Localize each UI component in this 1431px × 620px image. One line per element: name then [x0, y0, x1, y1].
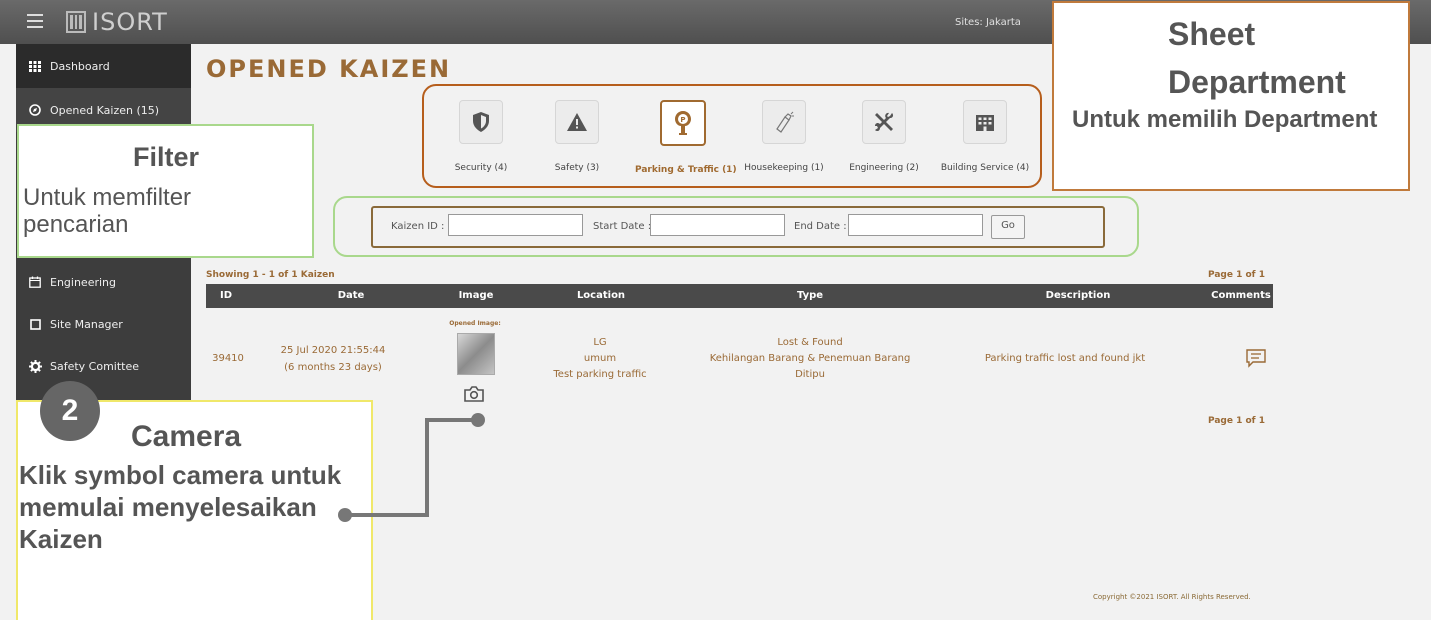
sidebar-item-label: Engineering — [50, 275, 116, 289]
column-header-comments: Comments — [1211, 290, 1271, 301]
column-header-location: Location — [576, 290, 626, 301]
end-date-label: End Date : — [794, 221, 847, 232]
sidebar-item-dashboard[interactable]: Dashboard — [16, 44, 191, 88]
tab-safety[interactable]: Safety (3) — [529, 100, 625, 173]
callout-camera-description: Klik symbol camera untuk memulai menyele… — [19, 460, 342, 554]
callout-department-description: Untuk memilih Department — [1072, 106, 1378, 133]
sidebar-item-label: Site Manager — [50, 317, 123, 331]
column-header-type: Type — [796, 290, 824, 301]
sidebar-item-label: Dashboard — [50, 59, 110, 73]
row-location-2: umum — [583, 353, 617, 364]
grid-icon — [28, 59, 42, 73]
tab-label: Housekeeping (1) — [744, 163, 824, 173]
tab-building-service[interactable]: Building Service (4) — [937, 100, 1033, 173]
tools-icon — [862, 100, 906, 144]
go-button[interactable]: Go — [991, 215, 1025, 239]
tab-parking-traffic[interactable]: P Parking & Traffic (1) — [635, 100, 737, 175]
row-location-3: Test parking traffic — [553, 369, 647, 380]
camera-icon[interactable] — [464, 386, 484, 402]
row-location-1: LG — [593, 337, 607, 348]
column-header-image: Image — [458, 290, 494, 301]
tab-label: Parking & Traffic (1) — [635, 165, 737, 175]
sidebar-item-label: Opened Kaizen (15) — [50, 103, 160, 117]
page-title: OPENED KAIZEN — [206, 55, 452, 83]
tab-label: Safety (3) — [554, 163, 600, 173]
start-date-label: Start Date : — [593, 221, 652, 232]
row-age: (6 months 23 days) — [284, 362, 382, 373]
row-date: 25 Jul 2020 21:55:44 — [280, 345, 386, 356]
copyright: Copyright ©2021 ISORT. All Rights Reserv… — [1093, 593, 1251, 601]
logo-text: ISORT — [92, 8, 168, 36]
app-logo[interactable]: ISORT — [66, 8, 168, 36]
column-header-date: Date — [337, 290, 365, 301]
sidebar-item-site-manager[interactable]: Site Manager — [16, 302, 191, 346]
row-id[interactable]: 39410 — [208, 351, 248, 366]
calendar-icon — [28, 275, 42, 289]
table-header: ID Date Image Location Type Description … — [206, 284, 1273, 308]
gear-icon — [28, 359, 42, 373]
row-type-2: Kehilangan Barang & Penemuan Barang — [709, 353, 911, 364]
page-indicator-bottom: Page 1 of 1 — [1208, 416, 1265, 426]
sidebar-item-label: Safety Comittee — [50, 359, 140, 373]
row-type-3: Ditipu — [795, 369, 825, 380]
tab-label: Security (4) — [454, 163, 508, 173]
row-type-1: Lost & Found — [777, 337, 843, 348]
opened-image-label: Opened Image: — [449, 320, 501, 327]
callout-filter-title: Filter — [132, 142, 199, 172]
results-count: Showing 1 - 1 of 1 Kaizen — [206, 270, 335, 280]
kaizen-id-input[interactable] — [448, 214, 583, 236]
menu-icon[interactable] — [27, 14, 43, 28]
sidebar-item-engineering[interactable]: Engineering — [16, 260, 191, 304]
logo-icon — [66, 11, 86, 33]
building-icon — [963, 100, 1007, 144]
column-header-description: Description — [1045, 290, 1111, 301]
tab-engineering[interactable]: Engineering (2) — [836, 100, 932, 173]
tab-label: Building Service (4) — [940, 163, 1030, 173]
callout-filter-description: Untuk memfilter pencarian — [23, 184, 192, 238]
square-icon — [28, 317, 42, 331]
spray-bottle-icon — [762, 100, 806, 144]
warning-icon — [555, 100, 599, 144]
shield-icon — [459, 100, 503, 144]
comment-icon[interactable] — [1245, 348, 1267, 368]
sidebar-item-safety-comittee[interactable]: Safety Comittee — [16, 344, 191, 388]
page-indicator-top: Page 1 of 1 — [1208, 270, 1265, 280]
opened-image-thumbnail[interactable] — [457, 333, 495, 375]
callout-camera-title: Camera — [131, 420, 242, 453]
step-number-badge: 2 — [40, 381, 100, 441]
tab-security[interactable]: Security (4) — [433, 100, 529, 173]
parking-meter-icon: P — [660, 100, 706, 146]
sites-label[interactable]: Sites: Jakarta — [955, 17, 1021, 28]
svg-text:P: P — [680, 116, 685, 124]
tab-housekeeping[interactable]: Housekeeping (1) — [736, 100, 832, 173]
tab-label: Engineering (2) — [849, 163, 919, 173]
column-header-id: ID — [219, 290, 233, 301]
start-date-input[interactable] — [650, 214, 785, 236]
row-description: Parking traffic lost and found jkt — [984, 353, 1146, 364]
kaizen-id-label: Kaizen ID : — [391, 221, 445, 232]
callout-department-title-1: Sheet — [1168, 16, 1256, 52]
compass-icon — [28, 103, 42, 117]
callout-department-title-2: Department — [1168, 64, 1346, 100]
end-date-input[interactable] — [848, 214, 983, 236]
